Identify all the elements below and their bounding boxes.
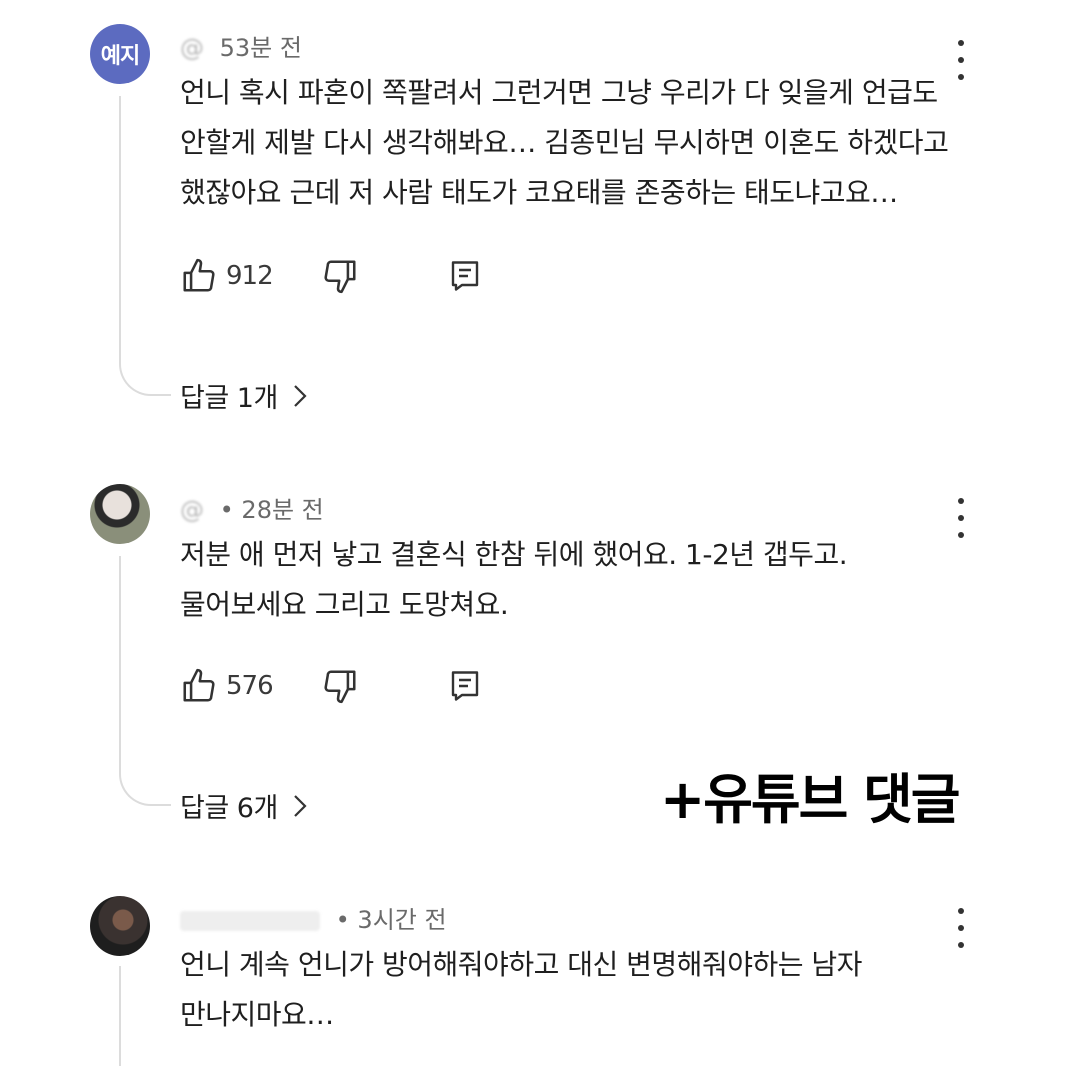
comment-time: 53분 전: [219, 34, 302, 62]
chevron-right-icon: [294, 384, 307, 407]
avatar[interactable]: 예지: [90, 24, 150, 84]
like-button[interactable]: 576: [180, 667, 274, 705]
comment-text: 언니 혹시 파혼이 쪽팔려서 그런거면 그냥 우리가 다 잊을게 언급도 안할게…: [180, 76, 949, 209]
comment-time: • 3시간 전: [335, 906, 447, 934]
thumbs-down-icon: [324, 260, 356, 294]
thread-line: [119, 556, 171, 806]
chevron-right-icon: [294, 794, 307, 817]
like-button[interactable]: 912: [180, 257, 274, 295]
replies-label: 답글 1개: [180, 383, 278, 414]
like-count: 576: [226, 671, 274, 701]
comment-meta: • 3시간 전: [180, 900, 447, 935]
thumbs-up-icon: [183, 258, 215, 292]
thread-line: [119, 96, 171, 396]
comment-icon: [451, 261, 478, 291]
view-replies-button[interactable]: 답글 6개: [180, 786, 308, 825]
comment-meta: @ • 28분 전: [180, 490, 324, 525]
comment-author[interactable]: [180, 911, 320, 931]
comment-meta: @ 53분 전: [180, 28, 302, 63]
reply-button[interactable]: [447, 667, 483, 705]
view-replies-button[interactable]: 답글 1개: [180, 376, 308, 415]
reply-button[interactable]: [447, 257, 483, 295]
caption-overlay: +유튜브 댓글: [660, 768, 960, 831]
comment-icon: [451, 671, 478, 701]
comment-author[interactable]: @: [180, 34, 204, 62]
more-vertical-icon: [958, 908, 964, 914]
dislike-button[interactable]: [321, 667, 359, 705]
comment-text: 저분 애 먼저 낳고 결혼식 한참 뒤에 했어요. 1-2년 갭두고. 물어보세…: [180, 538, 848, 621]
dislike-button[interactable]: [321, 257, 359, 295]
comment-actions: 576: [180, 666, 483, 706]
avatar[interactable]: [90, 896, 150, 956]
comment-author[interactable]: @: [180, 496, 204, 524]
avatar[interactable]: [90, 484, 150, 544]
thread-line: [119, 966, 121, 1066]
comment-actions: 912: [180, 256, 483, 296]
more-vertical-icon: [958, 40, 964, 46]
comment-time: • 28분 전: [219, 496, 324, 524]
avatar-initials: 예지: [100, 44, 140, 69]
thumbs-up-icon: [183, 668, 215, 702]
like-count: 912: [226, 261, 274, 291]
comment-text: 언니 계속 언니가 방어해줘야하고 대신 변명해줘야하는 남자 만나지마요…: [180, 948, 862, 1031]
more-vertical-icon: [958, 498, 964, 504]
replies-label: 답글 6개: [180, 793, 278, 824]
thumbs-down-icon: [324, 670, 356, 704]
